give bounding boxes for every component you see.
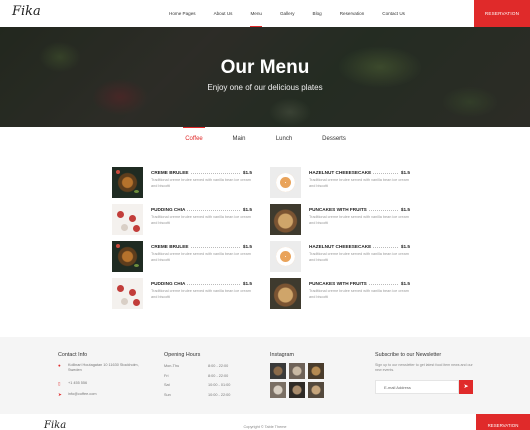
dish-price: $1.5	[398, 244, 410, 249]
dish-description: Traditional creme brulee served with van…	[151, 252, 251, 262]
dish-description: Traditional creme brulee served with van…	[309, 215, 409, 225]
send-icon: ➤	[463, 384, 469, 390]
nav-gallery[interactable]: Gallery	[271, 0, 304, 27]
menu-item[interactable]: HAZELNUT CHEEESECAKE $1.5 Traditional cr…	[270, 241, 410, 273]
dish-description: Traditional creme brulee served with van…	[309, 178, 409, 188]
menu-item[interactable]: PUDDING CHIA $1.5 Traditional creme brul…	[112, 278, 252, 310]
instagram-title: Instagram	[270, 352, 294, 358]
copyright-text: Copyright © Table Theme	[243, 425, 287, 429]
active-tab-indicator	[183, 127, 205, 128]
dish-name: PUNCAKES WITH FRUITS	[309, 281, 369, 286]
instagram-photo[interactable]	[270, 382, 286, 398]
page-subtitle: Enjoy one of our delicious plates	[207, 83, 323, 92]
dish-description: Traditional creme brulee served with van…	[309, 252, 409, 262]
page-title: Our Menu	[220, 57, 310, 78]
newsletter-text: Sign up to our newsletter to get latest …	[375, 363, 473, 372]
menu-item[interactable]: PUDDING CHIA $1.5 Traditional creme brul…	[112, 204, 252, 236]
newsletter-email-input[interactable]: E-mail Address	[375, 380, 459, 394]
phone-icon: ▯	[58, 381, 61, 386]
instagram-photo[interactable]	[289, 382, 305, 398]
tab-main[interactable]: Main	[219, 136, 259, 142]
dish-name: HAZELNUT CHEEESECAKE	[309, 170, 374, 175]
nav-home-pages[interactable]: Home Pages	[160, 0, 205, 27]
dish-image	[270, 204, 301, 235]
dish-description: Traditional creme brulee served with van…	[151, 215, 251, 225]
bottom-bar: Fika Copyright © Table Theme	[0, 414, 530, 430]
dish-price: $1.5	[398, 170, 410, 175]
newsletter-submit-button[interactable]: ➤	[459, 380, 473, 394]
dish-price: $1.5	[398, 281, 410, 286]
dish-image	[112, 167, 143, 198]
menu-item[interactable]: HAZELNUT CHEEESECAKE $1.5 Traditional cr…	[270, 167, 410, 199]
dish-price: $1.5	[240, 170, 252, 175]
reservation-button[interactable]: RESERVATION	[474, 0, 530, 27]
dish-price: $1.5	[240, 207, 252, 212]
instagram-photo[interactable]	[270, 363, 286, 379]
dish-image	[270, 241, 301, 272]
send-icon: ➤	[58, 392, 62, 397]
main-nav: Home Pages About Us Menu Gallery Blog Re…	[160, 0, 414, 27]
newsletter-title: Subscribe to our Newsletter	[375, 352, 442, 358]
dish-price: $1.5	[398, 207, 410, 212]
nav-reservation[interactable]: Reservation	[331, 0, 374, 27]
dish-name: PUDDING CHIA	[151, 207, 188, 212]
dish-image	[112, 204, 143, 235]
menu-tabs: Coffee Main Lunch Desserts	[0, 136, 530, 148]
nav-contact-us[interactable]: Contact Us	[373, 0, 414, 27]
tab-coffee[interactable]: Coffee	[174, 136, 214, 142]
instagram-photo[interactable]	[308, 363, 324, 379]
instagram-photo[interactable]	[308, 382, 324, 398]
dish-name: HAZELNUT CHEEESECAKE	[309, 244, 374, 249]
dish-name: PUDDING CHIA	[151, 281, 188, 286]
site-header: Fika Home Pages About Us Menu Gallery Bl…	[0, 0, 530, 27]
menu-item[interactable]: CREME BRULEE $1.5 Traditional creme brul…	[112, 241, 252, 273]
menu-item[interactable]: CREME BRULEE $1.5 Traditional creme brul…	[112, 167, 252, 199]
dish-image	[270, 278, 301, 309]
tab-desserts[interactable]: Desserts	[314, 136, 354, 142]
instagram-photo[interactable]	[289, 363, 305, 379]
dish-name: PUNCAKES WITH FRUITS	[309, 207, 369, 212]
dish-description: Traditional creme brulee served with van…	[309, 289, 409, 299]
dish-name: CREME BRULEE	[151, 170, 191, 175]
dish-image	[270, 167, 301, 198]
tab-lunch[interactable]: Lunch	[264, 136, 304, 142]
nav-blog[interactable]: Blog	[304, 0, 331, 27]
site-footer: Contact Info Opening Hours Instagram Sub…	[0, 337, 530, 414]
dish-image	[112, 241, 143, 272]
opening-hours-title: Opening Hours	[164, 352, 201, 358]
nav-menu[interactable]: Menu	[241, 0, 271, 27]
dish-name: CREME BRULEE	[151, 244, 191, 249]
hero-banner: Our Menu Enjoy one of our delicious plat…	[0, 27, 530, 127]
map-pin-icon: ●	[58, 363, 61, 368]
site-logo[interactable]: Fika	[12, 4, 41, 19]
dish-description: Traditional creme brulee served with van…	[151, 289, 251, 299]
dish-image	[112, 278, 143, 309]
dish-price: $1.5	[240, 281, 252, 286]
dish-description: Traditional creme brulee served with van…	[151, 178, 251, 188]
contact-info-title: Contact Info	[58, 352, 88, 358]
reservation-button-bottom[interactable]: RESERVATION	[476, 414, 530, 430]
menu-item[interactable]: PUNCAKES WITH FRUITS $1.5 Traditional cr…	[270, 278, 410, 310]
dish-price: $1.5	[240, 244, 252, 249]
nav-about-us[interactable]: About Us	[205, 0, 242, 27]
menu-item[interactable]: PUNCAKES WITH FRUITS $1.5 Traditional cr…	[270, 204, 410, 236]
